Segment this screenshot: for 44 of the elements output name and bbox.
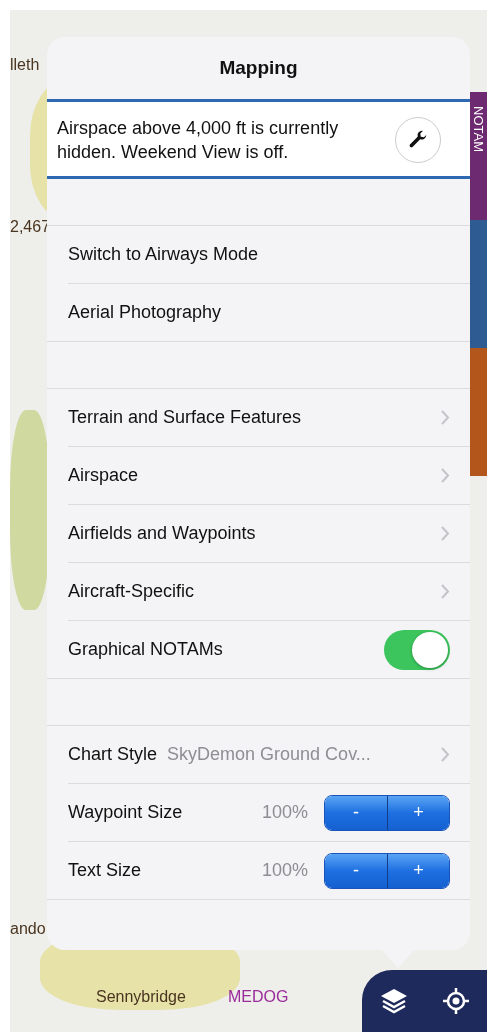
row-label: Text Size	[68, 860, 142, 881]
settings-row[interactable]: Graphical NOTAMs	[68, 620, 470, 678]
settings-row[interactable]: Terrain and Surface Features	[68, 389, 470, 446]
increase-button[interactable]: +	[387, 795, 449, 830]
increase-button[interactable]: +	[387, 853, 449, 888]
row-label: Airfields and Waypoints	[68, 523, 256, 544]
size-value: 100%	[261, 802, 308, 823]
chevron-icon	[441, 526, 450, 541]
settings-row[interactable]: Text Size 100% - +	[68, 841, 470, 899]
row-label: Graphical NOTAMs	[68, 639, 223, 660]
settings-row[interactable]: Aircraft-Specific	[68, 562, 470, 620]
map-label: 2,467	[10, 218, 51, 236]
tab-label: NOTAM	[471, 106, 486, 152]
toggle-switch[interactable]	[384, 629, 450, 670]
map-label: lleth	[10, 56, 40, 74]
settings-row[interactable]: Aerial Photography	[68, 283, 470, 341]
decrease-button[interactable]: -	[325, 795, 387, 830]
row-label: Aerial Photography	[68, 302, 222, 323]
row-label: Airspace	[68, 465, 139, 486]
row-label: Terrain and Surface Features	[68, 407, 302, 428]
settings-row[interactable]: Waypoint Size 100% - +	[68, 783, 470, 841]
settings-row[interactable]: Chart Style SkyDemon Ground Cov...	[68, 726, 470, 783]
map-label: MEDOG	[228, 988, 289, 1006]
chevron-icon	[441, 468, 450, 483]
row-label: Waypoint Size	[68, 802, 183, 823]
settings-button[interactable]	[395, 117, 441, 163]
map-label: Sennybridge	[96, 988, 186, 1006]
row-label: Switch to Airways Mode	[68, 244, 259, 265]
popover-title: Mapping	[218, 56, 299, 80]
settings-row[interactable]: Switch to Airways Mode	[68, 226, 470, 283]
size-value: 100%	[261, 860, 308, 881]
locate-button[interactable]	[442, 987, 471, 1015]
settings-row[interactable]: Airfields and Waypoints	[68, 504, 470, 562]
banner-text: Airspace above 4,000 ft is currently hidden. Weekend View is off.	[57, 117, 340, 164]
row-label: Aircraft-Specific	[68, 581, 195, 602]
decrease-button[interactable]: -	[325, 853, 387, 888]
chevron-icon	[441, 747, 450, 762]
row-value: SkyDemon Ground Cov...	[167, 744, 372, 765]
chevron-icon	[441, 584, 450, 599]
settings-row[interactable]: Airspace	[68, 446, 470, 504]
row-label: Chart Style	[68, 744, 158, 765]
chevron-icon	[441, 410, 450, 425]
map-label: ando	[10, 920, 46, 938]
crosshair-icon	[442, 987, 471, 1015]
